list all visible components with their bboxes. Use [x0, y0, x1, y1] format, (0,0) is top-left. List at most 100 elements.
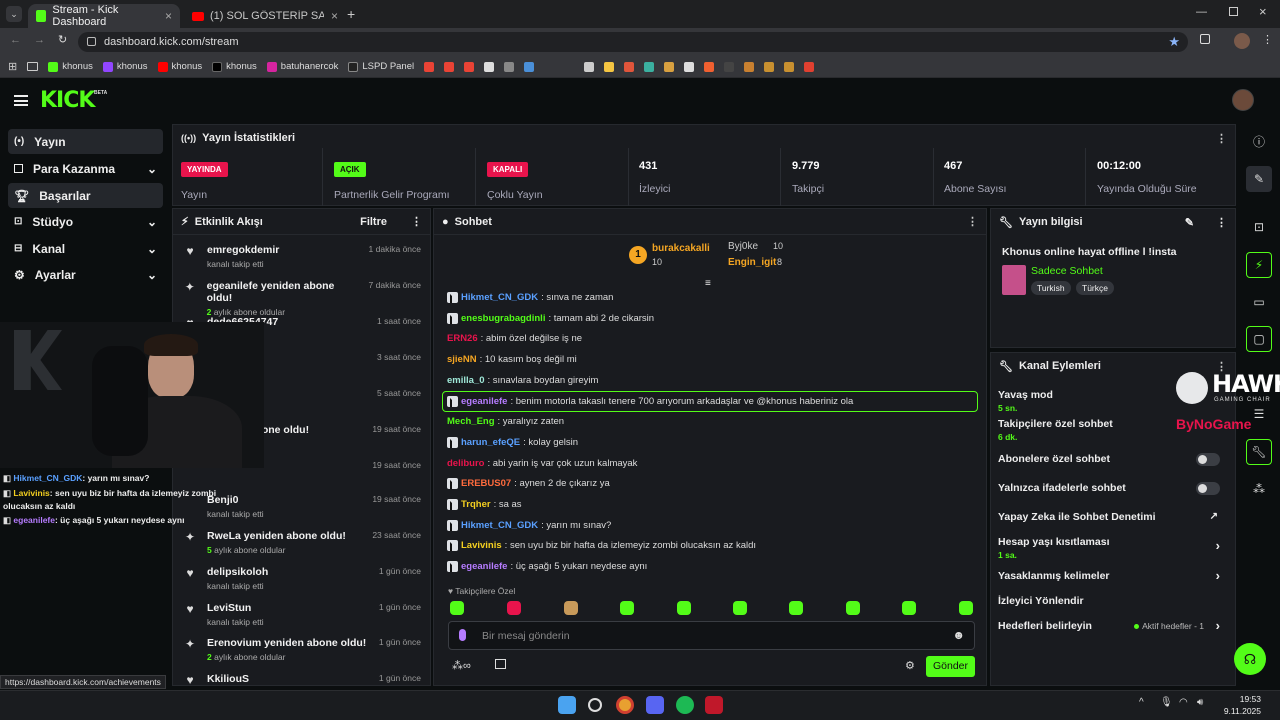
tab-kick-dashboard[interactable]: Stream - Kick Dashboard ×: [28, 4, 180, 28]
tag[interactable]: Turkish: [1031, 281, 1071, 295]
nav-yayin[interactable]: (•) Yayın: [8, 129, 163, 154]
chat-message[interactable]: Trqher: sa as: [447, 499, 522, 510]
connections-icon[interactable]: ⁂: [1246, 476, 1272, 502]
gmail-icon[interactable]: [424, 61, 435, 72]
category-name[interactable]: Sadece Sohbet: [1031, 265, 1103, 277]
chat-bubble-icon[interactable]: ▢: [1246, 326, 1272, 352]
wifi-icon[interactable]: ◠: [1179, 697, 1188, 708]
feed-item[interactable]: ♥ delipsikoloh kanalı takip etti 1 gün önce: [183, 566, 421, 591]
send-button[interactable]: Gönder: [926, 656, 975, 677]
chat-username[interactable]: enesbugrabagdinli: [461, 313, 545, 324]
chevron-right-icon[interactable]: ›: [1216, 538, 1220, 553]
chat-username[interactable]: Lavivinis: [461, 540, 502, 551]
chevron-right-icon[interactable]: ›: [1216, 618, 1220, 633]
browser-menu-icon[interactable]: ⋮: [1262, 33, 1273, 46]
chat-username[interactable]: Mech_Eng: [447, 416, 495, 427]
extensions-icon[interactable]: [1200, 34, 1210, 44]
lightning-icon[interactable]: ⚡︎: [1246, 252, 1272, 278]
chat-username[interactable]: Hikmet_CN_GDK: [461, 520, 538, 531]
chat-message[interactable]: deliburo: abi yarin iş var çok uzun kalm…: [447, 458, 637, 469]
restore-icon[interactable]: [1229, 7, 1238, 16]
chat-username[interactable]: ERN26: [447, 333, 478, 344]
clock-date[interactable]: 9.11.2025: [1213, 706, 1261, 716]
forward-icon[interactable]: →: [34, 34, 45, 46]
reload-icon[interactable]: ↻: [58, 33, 67, 46]
profile-avatar[interactable]: [1234, 33, 1250, 49]
app-icon[interactable]: [584, 61, 595, 72]
channel-action[interactable]: Yalnızca ifadelerle sohbet: [998, 482, 1228, 495]
kick-logo[interactable]: KICK: [40, 88, 95, 113]
chat-message[interactable]: EREBUS07: aynen 2 de çıkarız ya: [447, 478, 610, 490]
chat-username[interactable]: harun_efeQE: [461, 437, 520, 448]
feed-item[interactable]: ✦ Erenovium yeniden abone oldu! 2 aylık ab…: [183, 637, 421, 662]
gmail-icon[interactable]: [464, 61, 475, 72]
toggle-switch[interactable]: [1196, 482, 1220, 495]
app-icon[interactable]: [484, 61, 495, 72]
bookmark-star-icon[interactable]: ★: [1168, 34, 1180, 50]
tag[interactable]: Türkçe: [1076, 281, 1114, 295]
chat-input[interactable]: Bir mesaj gönderin ☻: [448, 621, 975, 650]
chat-message[interactable]: Mech_Eng: yaralıyız zaten: [447, 416, 564, 427]
app-icon[interactable]: [504, 61, 515, 72]
emote-icon[interactable]: [789, 601, 803, 615]
chat-username[interactable]: deliburo: [447, 458, 484, 469]
chat-message[interactable]: Hikmet_CN_GDK: yarın mı sınav?: [447, 519, 611, 531]
channel-action[interactable]: Hedefleri belirleyin Aktif hedefler - 1 ›: [998, 618, 1228, 633]
bookmark-twitch[interactable]: khonus: [102, 61, 148, 72]
feed-item[interactable]: ♥ emregokdemir kanalı takip etti 1 dakika ö…: [183, 244, 421, 269]
new-tab-icon[interactable]: +: [347, 6, 355, 22]
feed-item[interactable]: ♥ KkiliouS 1 gün önce: [183, 673, 421, 688]
more-icon[interactable]: ⋮: [411, 215, 422, 228]
windows-start-icon[interactable]: [558, 696, 576, 714]
spotify-icon[interactable]: [676, 696, 694, 714]
feed-item[interactable]: ✦ egeanilefe yeniden abone oldu! 2 aylık a…: [183, 280, 421, 317]
store-icon[interactable]: [495, 659, 506, 669]
support-button[interactable]: ☊: [1234, 643, 1266, 675]
app-icon[interactable]: [684, 61, 695, 72]
feed-item[interactable]: ✦ RweLa yeniden abone oldu! 5 aylık abone …: [183, 530, 421, 555]
chevron-right-icon[interactable]: ›: [1216, 568, 1220, 583]
nav-basarilar[interactable]: 🏆︎ Başarılar: [8, 183, 163, 208]
connections-icon[interactable]: ⁂∞: [452, 659, 471, 672]
app-icon[interactable]: [644, 61, 655, 72]
chat-message[interactable]: harun_efeQE: kolay gelsin: [447, 436, 578, 448]
folder-icon[interactable]: [27, 62, 39, 71]
emote-icon[interactable]: [507, 601, 521, 615]
chat-message[interactable]: sjieNN: 10 kasım boş değil mi: [447, 354, 577, 365]
nav-para-kazanma[interactable]: Para Kazanma ⌄: [8, 156, 163, 181]
category-thumbnail[interactable]: [1002, 265, 1026, 295]
top-gifter-1[interactable]: 1 burakcakalli 10: [629, 243, 710, 269]
window-close-icon[interactable]: ×: [1259, 4, 1267, 19]
chat-username[interactable]: emilla_0: [447, 375, 485, 386]
nav-kanal[interactable]: ⊟ Kanal ⌄: [8, 236, 163, 261]
emote-icon[interactable]: [620, 601, 634, 615]
bookmark-kick[interactable]: khonus: [48, 61, 93, 72]
more-icon[interactable]: ⋮: [1216, 216, 1227, 229]
shield-icon[interactable]: [524, 61, 535, 72]
emote-icon[interactable]: [902, 601, 916, 615]
hamburger-menu-icon[interactable]: [14, 95, 28, 106]
app-icon[interactable]: [604, 61, 615, 72]
nav-ayarlar[interactable]: ⚙ Ayarlar ⌄: [8, 262, 163, 287]
app-icon[interactable]: [744, 61, 755, 72]
feed-item[interactable]: ♥ LeviStun kanalı takip etti 1 gün önce: [183, 602, 421, 627]
discord-icon[interactable]: [646, 696, 664, 714]
emote-icon[interactable]: [450, 601, 464, 615]
more-icon[interactable]: ⋮: [1216, 132, 1227, 145]
external-link-icon[interactable]: ↗: [1210, 511, 1218, 522]
app-icon[interactable]: [664, 61, 675, 72]
info-icon[interactable]: ⓘ: [1246, 128, 1272, 154]
emote-icon[interactable]: [846, 601, 860, 615]
chat-username[interactable]: egeanilefe: [461, 561, 507, 572]
nav-studyo[interactable]: ⊡ Stüdyo ⌄: [8, 209, 163, 234]
minimize-icon[interactable]: —: [1196, 6, 1207, 18]
emote-icon[interactable]: [564, 601, 578, 615]
url-field[interactable]: dashboard.kick.com/stream ★: [78, 32, 1188, 52]
app-icon[interactable]: [764, 61, 775, 72]
emote-icon[interactable]: [733, 601, 747, 615]
user-avatar[interactable]: [1232, 89, 1254, 111]
channel-action[interactable]: İzleyici Yönlendir: [998, 595, 1228, 607]
app-icon[interactable]: [624, 61, 635, 72]
chat-username[interactable]: sjieNN: [447, 354, 477, 365]
channel-action[interactable]: Hesap yaşı kısıtlaması 1 sa. ›: [998, 536, 1228, 560]
